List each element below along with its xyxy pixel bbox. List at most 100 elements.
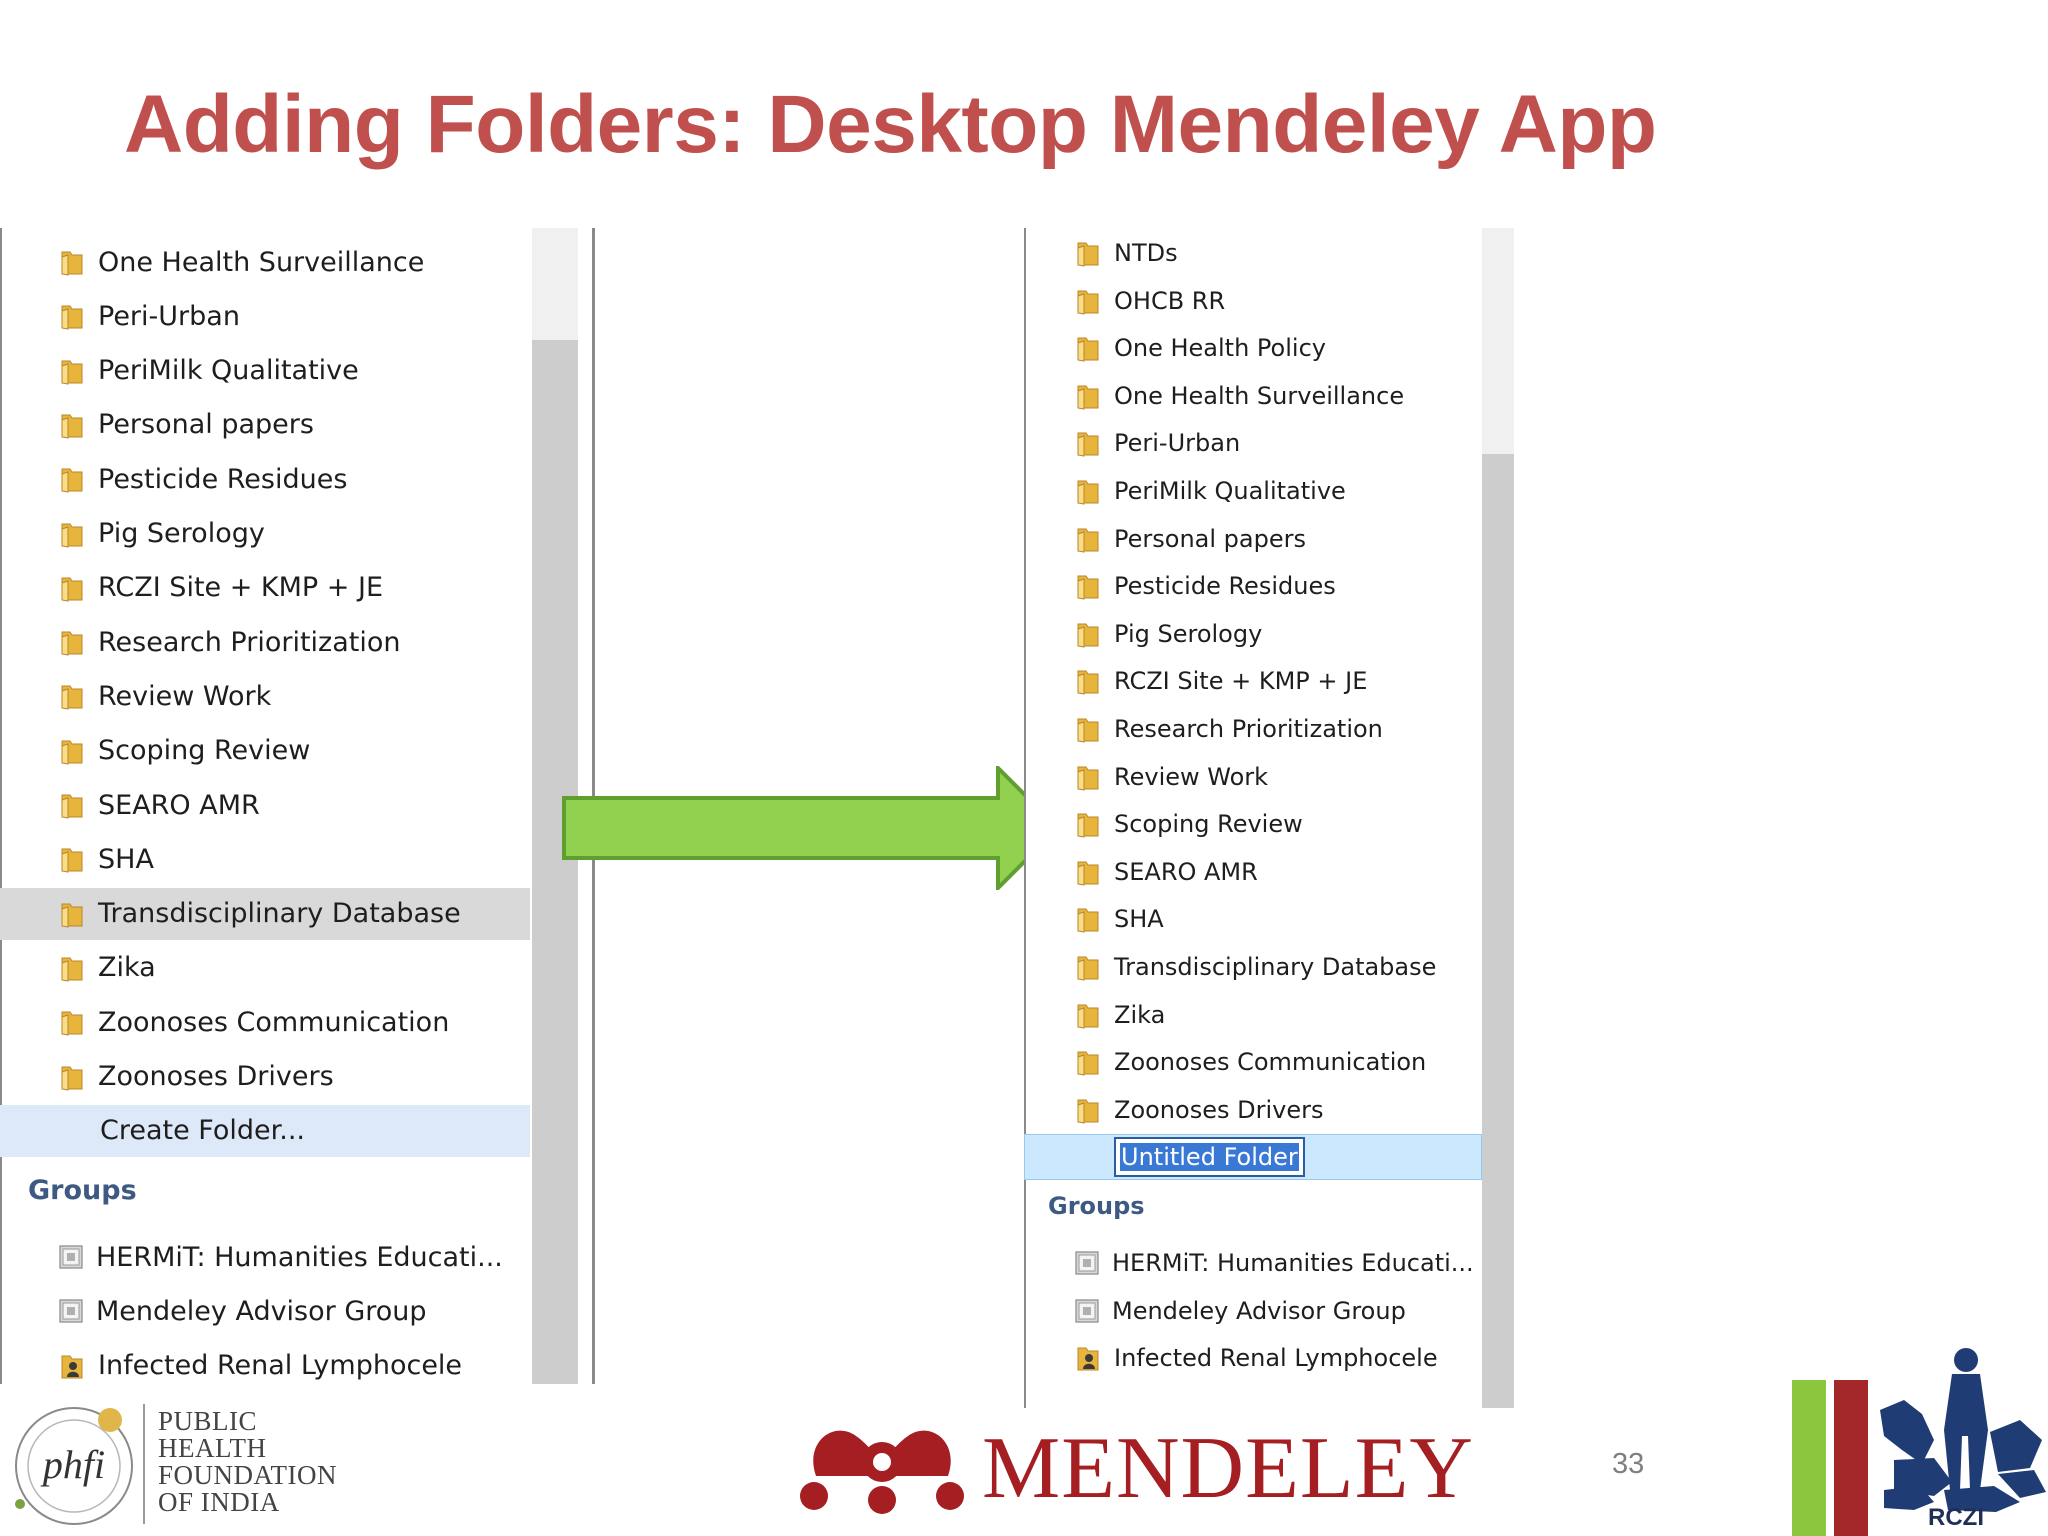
folder-label: Research Prioritization [98,626,401,658]
folder-icon [61,360,83,385]
folder-item[interactable]: SHA [1024,896,1482,942]
folder-item[interactable]: RCZI Site + KMP + JE [0,562,530,614]
folder-item[interactable]: Scoping Review [1024,801,1482,847]
folder-item[interactable]: Pesticide Residues [0,453,530,505]
folder-label: Pig Serology [98,518,265,549]
folder-item[interactable]: Peri-Urban [0,290,530,342]
folder-icon [61,957,83,982]
folder-label: Zika [98,952,156,984]
folder-item[interactable]: Zika [0,942,530,994]
folder-item[interactable]: Zoonoses Communication [0,996,530,1048]
folder-icon [1077,1099,1099,1124]
folder-item[interactable]: SEARO AMR [1024,849,1482,895]
folder-item-selected[interactable]: Transdisciplinary Database [0,887,530,940]
folder-label: OHCB RR [1114,286,1226,315]
group-item[interactable]: HERMiT: Humanities Educati... [1024,1240,1482,1286]
mendeley-logo-icon [800,1430,964,1514]
group-item[interactable]: Mendeley Advisor Group [1024,1288,1482,1334]
folder-label: One Health Surveillance [1114,381,1405,410]
folder-label: Zika [1114,1000,1166,1029]
shared-group-icon [1077,1347,1099,1371]
group-label: HERMiT: Humanities Educati... [1112,1249,1474,1277]
folder-item[interactable]: One Health Surveillance [1024,373,1482,419]
folder-label: Peri-Urban [98,300,240,332]
folder-icon [1077,528,1099,553]
folder-item[interactable]: Pig Serology [1024,611,1482,657]
folder-item[interactable]: PeriMilk Qualitative [1024,468,1482,514]
folder-item[interactable]: Peri-Urban [1024,420,1482,466]
slide-title: Adding Folders: Desktop Mendeley App [124,79,1657,170]
phfi-divider [143,1404,145,1524]
page-number: 33 [1612,1448,1645,1480]
folder-icon [1077,337,1099,362]
folder-label: Zoonoses Communication [1114,1048,1427,1077]
right-scrollbar[interactable] [1482,228,1514,1408]
create-folder-item[interactable]: Create Folder... [0,1104,530,1157]
group-icon [1075,1298,1099,1323]
folder-item[interactable]: One Health Surveillance [0,236,530,288]
folder-icon [1077,480,1099,505]
folder-icon [1077,908,1099,933]
folder-item[interactable]: Pig Serology [0,508,530,560]
phfi-line: HEALTH [158,1433,267,1463]
folder-label: Research Prioritization [1114,715,1383,743]
group-icon [59,1245,83,1269]
phfi-mark: phfi [40,1442,105,1487]
folder-item[interactable]: PeriMilk Qualitative [0,345,530,397]
group-item[interactable]: HERMiT: Humanities Educati... [0,1231,530,1283]
rczi-logo [1792,1348,2046,1536]
folder-label: Transdisciplinary Database [1114,953,1437,981]
group-item[interactable]: Infected Renal Lymphocele [1024,1335,1482,1381]
folder-icon [1077,861,1099,886]
folder-item[interactable]: Review Work [0,670,530,722]
shared-group-icon [61,1355,83,1379]
folder-label: PeriMilk Qualitative [98,355,359,387]
folder-icon [1077,623,1099,648]
folder-item[interactable]: Research Prioritization [0,616,530,668]
folder-label: RCZI Site + KMP + JE [98,572,384,604]
phfi-line: FOUNDATION [158,1460,337,1490]
folder-item[interactable]: Personal papers [1024,516,1482,562]
folder-icon [61,1011,83,1036]
folder-icon [61,305,83,330]
folder-icon [1077,385,1099,410]
folder-item[interactable]: One Health Policy [1024,325,1482,371]
folder-label: Pesticide Residues [1114,572,1336,601]
folder-item[interactable]: NTDs [1024,230,1482,276]
group-item[interactable]: Mendeley Advisor Group [0,1285,530,1337]
folder-name-input[interactable]: Untitled Folder [1114,1137,1305,1178]
folder-label: PeriMilk Qualitative [1114,477,1346,505]
folder-item[interactable]: Zoonoses Communication [1024,1039,1482,1085]
folder-label: Review Work [98,680,272,712]
mendeley-wordmark: MENDELEY [982,1420,1474,1517]
arrow-shape [562,766,1061,890]
group-item[interactable]: Infected Renal Lymphocele [0,1340,530,1384]
folder-label: SEARO AMR [1114,857,1258,886]
folder-item[interactable]: Pesticide Residues [1024,563,1482,609]
folder-label: NTDs [1114,239,1178,267]
new-folder-item[interactable]: Untitled Folder [1024,1134,1482,1181]
folder-item[interactable]: RCZI Site + KMP + JE [1024,658,1482,704]
folder-item[interactable]: Research Prioritization [1024,706,1482,752]
folder-item[interactable]: Transdisciplinary Database [1024,944,1482,990]
right-scrollbar-thumb[interactable] [1482,454,1514,1408]
folder-icon [61,251,83,276]
folder-label: SHA [98,843,154,875]
folder-item[interactable]: SEARO AMR [0,779,530,831]
folder-item[interactable]: Review Work [1024,754,1482,800]
folder-item[interactable]: Zoonoses Drivers [0,1051,530,1103]
folder-item[interactable]: Zika [1024,992,1482,1038]
folder-item[interactable]: Zoonoses Drivers [1024,1087,1482,1133]
folder-item[interactable]: Scoping Review [0,725,530,777]
folder-icon [1077,575,1099,600]
group-icon [59,1299,83,1323]
folder-icon [1077,290,1099,315]
folder-icon [61,577,83,602]
folder-icon [61,468,83,493]
group-icon [1075,1251,1099,1275]
folder-item[interactable]: SHA [0,833,530,885]
folder-label: Zoonoses Communication [98,1006,450,1038]
group-label: HERMiT: Humanities Educati... [96,1241,503,1273]
folder-item[interactable]: OHCB RR [1024,278,1482,324]
folder-item[interactable]: Personal papers [0,399,530,451]
